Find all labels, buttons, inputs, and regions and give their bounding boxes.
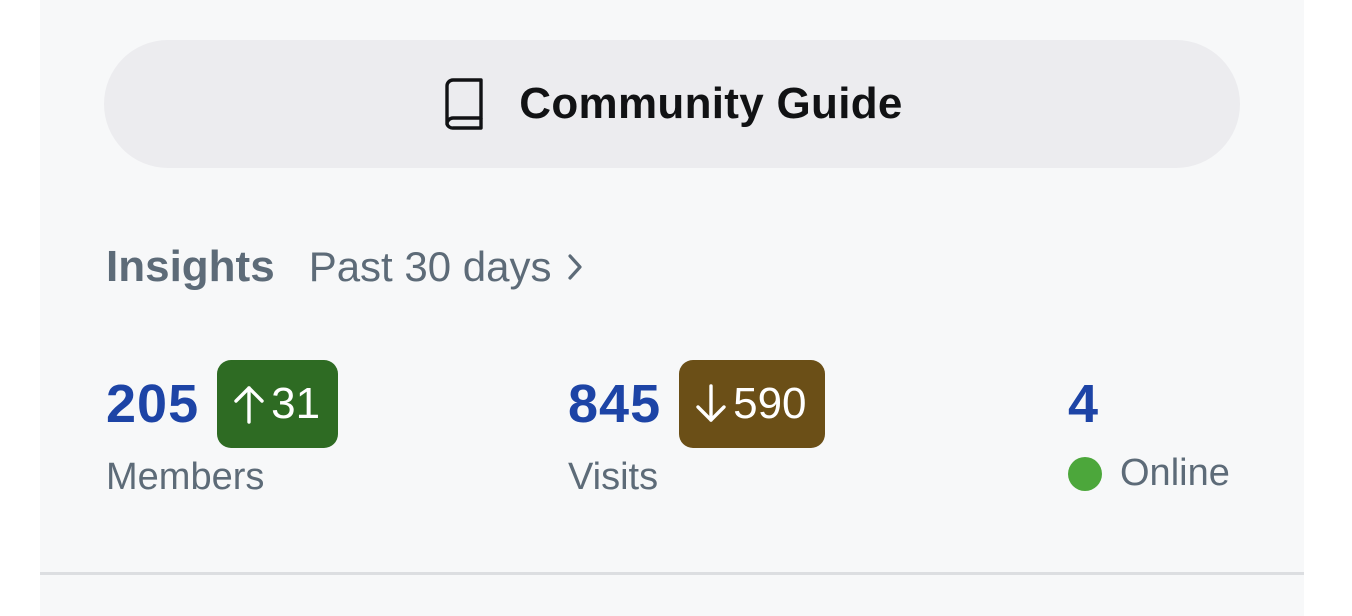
period-selector[interactable]: Past 30 days	[309, 243, 584, 291]
arrow-up-icon	[231, 382, 267, 426]
members-change-badge: 31	[217, 360, 339, 448]
online-label: Online	[1120, 452, 1230, 494]
visits-count: 845	[568, 374, 662, 434]
visits-change-value: 590	[733, 379, 807, 428]
insights-panel: Community Guide Insights Past 30 days 20…	[40, 0, 1304, 616]
community-guide-label: Community Guide	[519, 79, 903, 128]
chevron-right-icon	[566, 252, 584, 282]
period-label: Past 30 days	[308, 243, 552, 290]
community-guide-button[interactable]: Community Guide	[104, 40, 1240, 168]
section-divider	[40, 572, 1304, 575]
book-icon	[441, 78, 485, 130]
online-count: 4	[1068, 374, 1100, 434]
visits-stat: 845 590 Visits	[568, 360, 825, 499]
arrow-down-icon	[693, 382, 729, 426]
insights-title: Insights	[106, 242, 275, 291]
members-change-value: 31	[271, 379, 321, 428]
visits-label: Visits	[568, 456, 659, 498]
visits-change-badge: 590	[679, 360, 825, 448]
insights-header: Insights Past 30 days	[106, 242, 584, 298]
online-status-dot	[1068, 456, 1102, 491]
members-stat: 205 31 Members	[106, 360, 339, 499]
online-stat: 4 Online	[1068, 360, 1230, 495]
members-label: Members	[106, 456, 265, 498]
members-count: 205	[106, 374, 200, 434]
